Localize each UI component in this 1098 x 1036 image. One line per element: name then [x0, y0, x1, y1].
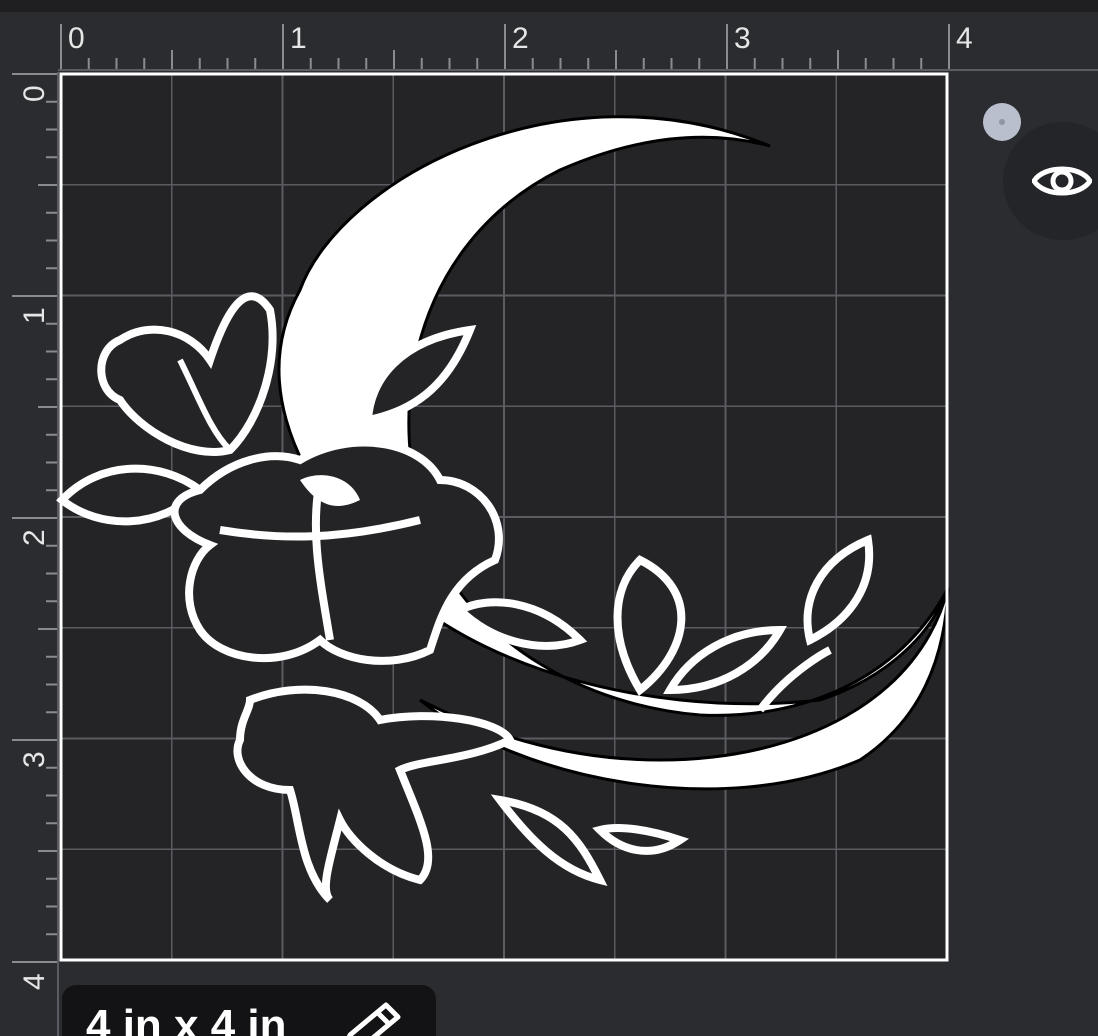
selection-handle[interactable]	[983, 103, 1021, 141]
ruler-left-label-1: 1	[18, 307, 51, 324]
ruler-left-label-4: 4	[18, 973, 51, 990]
pencil-icon[interactable]	[334, 999, 404, 1036]
ruler-corner	[0, 12, 58, 72]
ruler-left-label-0: 0	[18, 85, 51, 102]
leaf-right-1	[613, 555, 686, 696]
ruler-left-label-2: 2	[18, 529, 51, 546]
leaf-bottom-1	[490, 794, 608, 886]
design-object[interactable]	[56, 115, 950, 903]
ruler-top-label-2: 2	[512, 22, 529, 55]
top-bar	[0, 0, 1098, 12]
ruler-top-label-3: 3	[734, 22, 751, 55]
design-canvas-app: 0 1 2 3 4 0 1 2 3 4 4 in x 4 in	[0, 0, 1098, 1036]
size-label: 4 in x 4 in	[86, 1001, 287, 1036]
top-ruler: 0 1 2 3 4	[58, 22, 1098, 71]
leaf-bottom-2	[592, 824, 690, 855]
handle-dot	[999, 119, 1005, 125]
eye-icon	[1032, 166, 1092, 196]
left-ruler: 0 1 2 3 4	[12, 72, 59, 1036]
ruler-top-label-0: 0	[68, 22, 85, 55]
size-badge[interactable]: 4 in x 4 in	[62, 985, 436, 1036]
ruler-left-label-3: 3	[18, 751, 51, 768]
ruler-top-label-4: 4	[956, 22, 973, 55]
cutting-mat	[56, 72, 950, 962]
leaf-right-3	[803, 534, 874, 646]
leaf-right-2	[663, 625, 787, 695]
ruler-top-label-1: 1	[290, 22, 307, 55]
visibility-toggle-button[interactable]	[1003, 122, 1098, 240]
bottom-bloom	[233, 685, 516, 903]
